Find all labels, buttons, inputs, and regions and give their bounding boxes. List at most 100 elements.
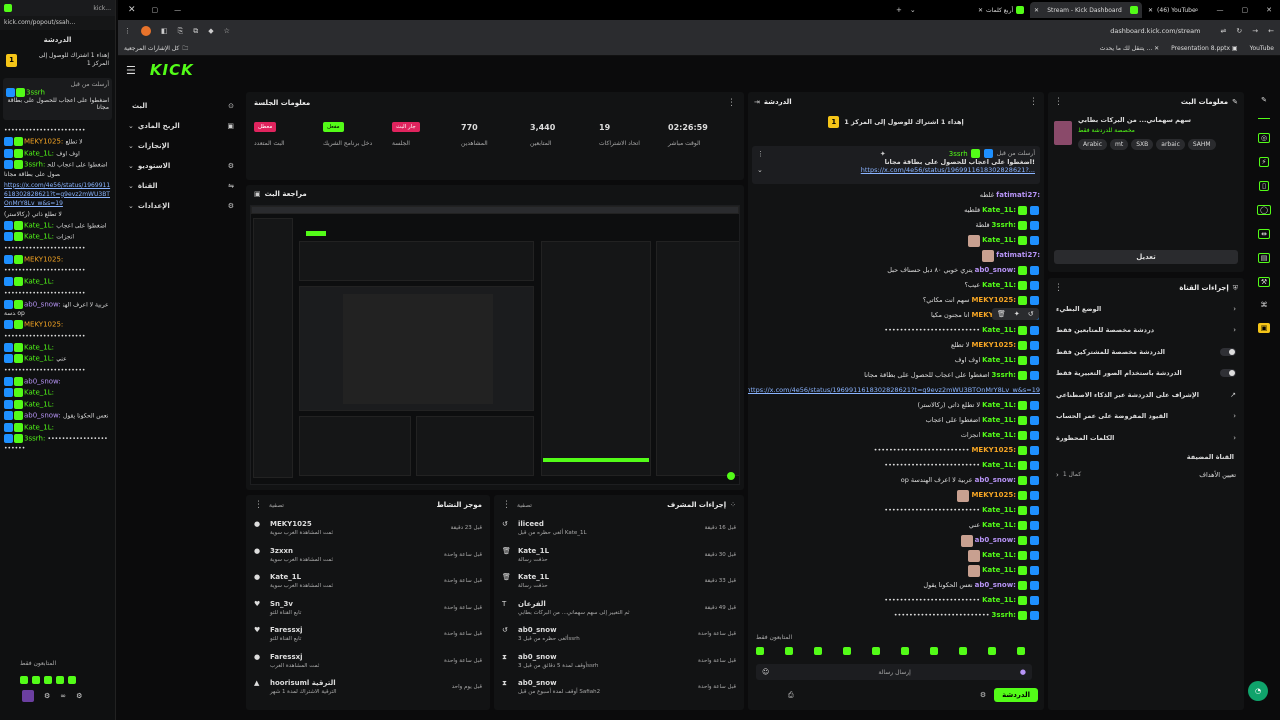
activity-item[interactable]: ● 3zxxn ثمت المشاهدة الغرب سوية قبل ساعة وا… — [246, 542, 490, 569]
sidebar-item[interactable]: ⌄ القناة ⇋ — [122, 176, 240, 196]
chat-username[interactable]: Kate_1L: — [982, 566, 1016, 575]
chat-message[interactable]: يتري خوبي ٨٠ دبل حسناف حبل ab0_snow: — [748, 263, 1044, 278]
chat-username[interactable]: Kate_1L: — [24, 423, 54, 431]
pin-icon[interactable]: ✦ — [1014, 310, 1020, 318]
popout-chat-message[interactable]: ab0_snow: عربية لا اعرف الهندسة op — [4, 299, 111, 319]
chat-message[interactable]: غلطه fatimati27: — [748, 188, 1044, 203]
chat-username[interactable]: fatimati27: — [996, 251, 1040, 260]
pinned-user[interactable]: 3ssrh — [26, 89, 45, 97]
activity-item[interactable]: ♥ Sn_3v تابع القناة للتو قبل ساعة واحدة — [246, 595, 490, 622]
popout-chat-message[interactable]: ••••••••••••••••••••••• — [4, 126, 111, 135]
emote-icon[interactable] — [785, 647, 793, 655]
bookmark-x[interactable]: يتنقل لك ما يحدث ... ✕ — [1100, 45, 1159, 52]
emote-icon[interactable] — [68, 676, 76, 684]
bookmark-pptx[interactable]: Presentation 8.pptx ▣ — [1171, 45, 1237, 52]
chat-username[interactable]: Kate_1L: — [982, 551, 1016, 560]
chat-message[interactable]: MEKY1025: — [748, 488, 1044, 503]
chat-message[interactable]: Kate_1L: — [748, 563, 1044, 578]
stream-tag[interactable]: mt — [1110, 139, 1129, 150]
chat-username[interactable]: Kate_1L: — [24, 221, 54, 229]
tab-search-icon[interactable]: ⌕ — [1195, 6, 1199, 15]
tab-dropdown-icon[interactable]: ⌄ — [910, 6, 916, 14]
chat-username[interactable]: ab0_snow: — [975, 536, 1016, 545]
new-tab-button[interactable]: + — [896, 6, 902, 14]
popout-chat-message[interactable]: Kate_1L: — [4, 342, 111, 353]
emote-icon[interactable] — [988, 647, 996, 655]
pen-icon[interactable]: ✎ — [1261, 96, 1267, 104]
more-icon[interactable]: ⋮ — [1054, 97, 1063, 107]
chat-message[interactable]: لا تطلع ذاتي (ركالاستر) Kate_1L: — [748, 398, 1044, 413]
popout-chat-message[interactable]: Kate_1L: — [4, 388, 111, 398]
sidebar-item[interactable]: البث ⊙ — [122, 96, 240, 116]
sidebar-item[interactable]: ⌄ الاستوديو ⚙ — [122, 156, 240, 176]
chat-username[interactable]: Kate_1L: — [982, 206, 1016, 215]
all-bookmarks[interactable]: كل الإشارات المرجعية — [124, 45, 179, 52]
popout-chat-message[interactable]: 3ssrh: اضغطوا على اعجاب للحصول على بطاقة… — [4, 160, 111, 179]
split-icon[interactable]: ⇹ — [1258, 229, 1270, 239]
chat-message[interactable]: ab0_snow: — [748, 533, 1044, 548]
popout-chat-message[interactable]: ••••••••••••••••••••••• — [4, 289, 111, 298]
chat-message[interactable]: ••••••••••••••••••••••••• Kate_1L: — [748, 458, 1044, 473]
emote-icon[interactable] — [843, 647, 851, 655]
popout-chat-message[interactable]: Kate_1L: — [4, 399, 111, 410]
highlight-icon[interactable]: ▣ — [1257, 323, 1271, 333]
minimize-icon[interactable]: — — [174, 6, 181, 14]
bookmark-youtube[interactable]: YouTube — [1250, 45, 1274, 52]
chat-username[interactable]: Kate_1L: — [24, 233, 54, 241]
emote-icon[interactable] — [872, 647, 880, 655]
popout-chat-message[interactable]: Kate_1L: اضغطوا على اعجاب — [4, 220, 111, 231]
infinity-icon[interactable]: ∞ — [60, 692, 66, 700]
chat-username[interactable]: ab0_snow: — [975, 266, 1016, 275]
expand-pin-icon[interactable]: ⌄ — [757, 166, 763, 174]
activity-item[interactable]: ● MEKY1025 ثمت المشاهدة الغرب سوية قبل 23 د… — [246, 515, 490, 542]
chat-username[interactable]: ab0_snow: — [975, 476, 1016, 485]
popout-chat-message[interactable]: Kate_1L: — [4, 422, 111, 433]
chat-message[interactable]: Kate_1L: — [748, 233, 1044, 248]
tab-2-active[interactable]: ✕ Stream - Kick Dashboard — [1030, 2, 1142, 18]
external-link-icon[interactable]: ↗ — [1230, 391, 1236, 399]
emote-icon[interactable] — [20, 676, 28, 684]
gift-icon[interactable]: ⎙ — [788, 691, 794, 700]
close-window-icon[interactable]: ✕ — [128, 5, 136, 15]
popout-chat-message[interactable]: Kate_1L: اوف اوف — [4, 148, 111, 159]
popout-chat-message[interactable]: MEKY1025: لا تطلع — [4, 137, 111, 147]
chat-username[interactable]: MEKY1025: — [971, 341, 1016, 350]
emote-icon[interactable] — [814, 647, 822, 655]
popout-chat-message[interactable]: Kate_1L: انجزات — [4, 232, 111, 242]
chat-username[interactable]: Kate_1L: — [24, 278, 54, 286]
device-icon[interactable]: ▯ — [1259, 181, 1269, 191]
channel-action-item[interactable]: الكلمات المحظورة › — [1048, 427, 1244, 449]
reload-icon[interactable]: ↻ — [1236, 27, 1242, 35]
chat-username[interactable]: Kate_1L: — [982, 416, 1016, 425]
emote-icon[interactable] — [56, 676, 64, 684]
popout-chat-message[interactable]: MEKY1025: — [4, 320, 111, 330]
target-setting[interactable]: › كمال 1 تعيين الأهداف — [1048, 465, 1244, 485]
modactions-item[interactable]: ↺ iliceed ألغى حظره من قبل Kate_1L قبل 16 د… — [494, 515, 744, 542]
more-icon[interactable]: ⋮ — [254, 500, 263, 510]
chat-username[interactable]: Kate_1L: — [982, 401, 1016, 410]
share-icon[interactable]: ⌘ — [1261, 301, 1268, 309]
chat-username[interactable]: Kate_1L: — [24, 343, 54, 351]
minimize-icon[interactable]: — — [1217, 6, 1224, 14]
stream-tag[interactable]: Arabic — [1078, 139, 1108, 150]
modactions-item[interactable]: 🗑 Kate_1L حذفت رسالة قبل 33 دقيقة — [494, 568, 744, 595]
close-icon[interactable]: ✕ — [1266, 6, 1272, 14]
chevron-right-icon[interactable]: › — [1233, 412, 1236, 420]
profile-avatar[interactable] — [141, 26, 151, 36]
channel-action-item[interactable]: القيود المفروضة على عمر الحساب › — [1048, 406, 1244, 428]
chat-message[interactable]: عيب؟ Kate_1L: — [748, 278, 1044, 293]
chat-username[interactable]: MEKY1025: — [971, 491, 1016, 500]
settings-icon[interactable]: ⚙ — [980, 691, 986, 699]
sidebar-item[interactable]: ⌄ الإعدادات ⚙ — [122, 196, 240, 216]
chat-message[interactable]: اضغطوا على اعجاب للحصول على بطاقة مجانا 3… — [748, 368, 1044, 383]
pin-icon[interactable]: ✦ — [880, 150, 886, 158]
maximize-icon[interactable]: ▢ — [1242, 6, 1249, 14]
activity-item[interactable]: ● Kate_1L ثمت المشاهدة الغرب سوية قبل ساعة … — [246, 568, 490, 595]
chat-username[interactable]: Kate_1L: — [24, 400, 54, 408]
bolt-icon[interactable]: ⚡ — [1258, 157, 1270, 167]
chat-message[interactable]: ••••••••••••••••••••••••• 3ssrh: — [748, 608, 1044, 623]
chat-username[interactable]: Kate_1L: — [982, 281, 1016, 290]
chat-pinned-message[interactable]: ⋮ ✦ 3ssrh أرسلت من قبل اضغطوا على اعجاب لل… — [752, 146, 1040, 184]
chat-message[interactable]: عني Kate_1L: — [748, 518, 1044, 533]
extension-icon[interactable]: ⋮ — [124, 27, 131, 35]
